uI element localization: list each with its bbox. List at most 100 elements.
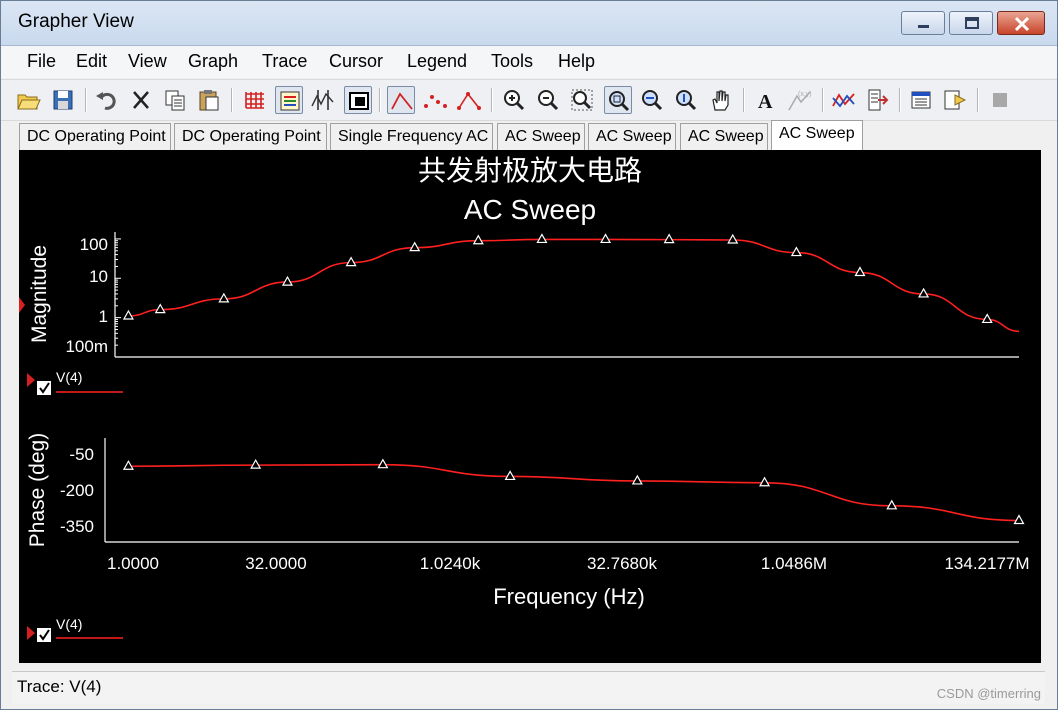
menu-edit[interactable]: Edit — [76, 51, 107, 72]
graph-title: AC Sweep — [464, 194, 596, 225]
export-icon[interactable] — [864, 86, 892, 114]
minimize-button[interactable] — [901, 11, 945, 35]
menu-legend[interactable]: Legend — [407, 51, 467, 72]
magnitude-point — [600, 233, 612, 244]
grapher-window: Grapher View File Edit View Graph Trace … — [0, 0, 1058, 710]
legend-top[interactable]: V(4) — [27, 369, 123, 395]
magnitude-point — [409, 241, 421, 252]
maximize-icon — [965, 17, 979, 29]
cut-icon[interactable] — [127, 86, 155, 114]
menu-trace[interactable]: Trace — [262, 51, 307, 72]
reverse-colors-icon[interactable] — [344, 86, 372, 114]
phase-tick-label: -350 — [60, 517, 94, 536]
stop-icon[interactable] — [986, 86, 1014, 114]
x-tick-label: 1.0486M — [761, 554, 827, 573]
minimize-icon — [918, 25, 929, 28]
line-dots-plot-icon[interactable] — [455, 86, 483, 114]
title-bar[interactable]: Grapher View — [1, 1, 1057, 46]
menu-file[interactable]: File — [27, 51, 56, 72]
phase-point — [504, 470, 516, 481]
x-tick-label: 32.7680k — [587, 554, 657, 573]
zoom-area-icon[interactable] — [568, 86, 596, 114]
tab-ac-sweep-active[interactable]: AC Sweep — [771, 120, 863, 150]
phase-point — [1013, 514, 1025, 525]
magnitude-point — [154, 303, 166, 314]
menu-bar: File Edit View Graph Trace Cursor Legend… — [1, 46, 1057, 78]
trace-layer — [122, 233, 1025, 525]
magnitude-point — [345, 256, 357, 267]
pan-icon[interactable] — [707, 86, 735, 114]
cursor-marker-icon — [19, 297, 25, 313]
legend-bottom[interactable]: V(4) — [27, 616, 123, 642]
x-tick-label: 134.2177M — [944, 554, 1029, 573]
legend-icon[interactable] — [275, 86, 303, 114]
graph-svg: 共发射极放大电路 AC Sweep Magnitude Phase (deg) … — [19, 154, 1030, 642]
plot-axes — [104, 232, 1019, 543]
grid-icon[interactable] — [241, 86, 269, 114]
magnitude-tick-labels: 100 10 1 100m — [65, 235, 108, 356]
graph-title-cn: 共发射极放大电路 — [418, 154, 642, 187]
overlay-icon[interactable] — [830, 86, 858, 114]
magnitude-point — [122, 309, 134, 320]
zoom-out-icon[interactable] — [534, 86, 562, 114]
mag-tick-label: 100m — [65, 337, 108, 356]
legend-marker-icon — [27, 373, 35, 387]
legend-label: V(4) — [56, 369, 82, 385]
dots-plot-icon[interactable] — [421, 86, 449, 114]
tab-strip: DC Operating Point DC Operating Point Si… — [1, 120, 1057, 150]
magnitude-point — [918, 287, 930, 298]
svg-text:A: A — [758, 91, 773, 113]
tab-dc-operating-point-2[interactable]: DC Operating Point — [174, 123, 327, 150]
menu-cursor[interactable]: Cursor — [329, 51, 383, 72]
transfer-icon[interactable] — [941, 86, 969, 114]
close-icon — [1014, 16, 1030, 32]
x-tick-label: 32.0000 — [245, 554, 306, 573]
menu-help[interactable]: Help — [558, 51, 595, 72]
magnitude-axis-label: Magnitude — [28, 245, 51, 343]
save-icon[interactable] — [49, 86, 77, 114]
tab-dc-operating-point-1[interactable]: DC Operating Point — [19, 123, 171, 150]
phase-tick-labels: -50 -200 -350 — [60, 445, 94, 536]
phase-point — [886, 499, 898, 510]
magnitude-point — [790, 246, 802, 257]
zoom-y-icon[interactable] — [672, 86, 700, 114]
line-plot-icon[interactable] — [387, 86, 415, 114]
frequency-tick-labels: 1.0000 32.0000 1.0240k 32.7680k 1.0486M … — [107, 554, 1030, 573]
graph-area[interactable]: 共发射极放大电路 AC Sweep Magnitude Phase (deg) … — [19, 150, 1041, 663]
x-tick-label: 1.0000 — [107, 554, 159, 573]
menu-graph[interactable]: Graph — [188, 51, 238, 72]
phase-point — [759, 476, 771, 487]
tab-ac-sweep-1[interactable]: AC Sweep — [497, 123, 585, 150]
mag-tick-label: 100 — [80, 235, 108, 254]
text-icon[interactable]: A — [752, 86, 780, 114]
phase-line — [128, 463, 1020, 522]
properties-icon[interactable] — [907, 86, 935, 114]
menu-tools[interactable]: Tools — [491, 51, 533, 72]
magnitude-point — [663, 233, 675, 244]
open-icon[interactable] — [15, 86, 43, 114]
tab-ac-sweep-2[interactable]: AC Sweep — [588, 123, 676, 150]
copy-icon[interactable] — [161, 86, 189, 114]
zoom-x-icon[interactable] — [638, 86, 666, 114]
magnitude-point — [727, 233, 739, 244]
paste-icon[interactable] — [195, 86, 223, 114]
magnitude-point — [472, 234, 484, 245]
tab-ac-sweep-3[interactable]: AC Sweep — [680, 123, 768, 150]
zoom-in-icon[interactable] — [500, 86, 528, 114]
mag-tick-label: 10 — [89, 267, 108, 286]
maximize-button[interactable] — [949, 11, 993, 35]
menu-view[interactable]: View — [128, 51, 167, 72]
magnitude-point — [218, 292, 230, 303]
magnitude-line — [128, 238, 1020, 333]
watermark: CSDN @timerring — [936, 686, 1041, 701]
label-icon[interactable]: (x,y) — [786, 86, 814, 114]
zoom-full-icon[interactable] — [604, 86, 632, 114]
undo-icon[interactable] — [93, 86, 121, 114]
tab-single-frequency-ac[interactable]: Single Frequency AC — [330, 123, 493, 150]
magnitude-point — [536, 233, 548, 244]
close-button[interactable] — [997, 11, 1045, 35]
cursors-icon[interactable] — [309, 86, 337, 114]
phase-point — [250, 458, 262, 469]
status-text: Trace: V(4) — [17, 677, 102, 696]
magnitude-point — [854, 266, 866, 277]
